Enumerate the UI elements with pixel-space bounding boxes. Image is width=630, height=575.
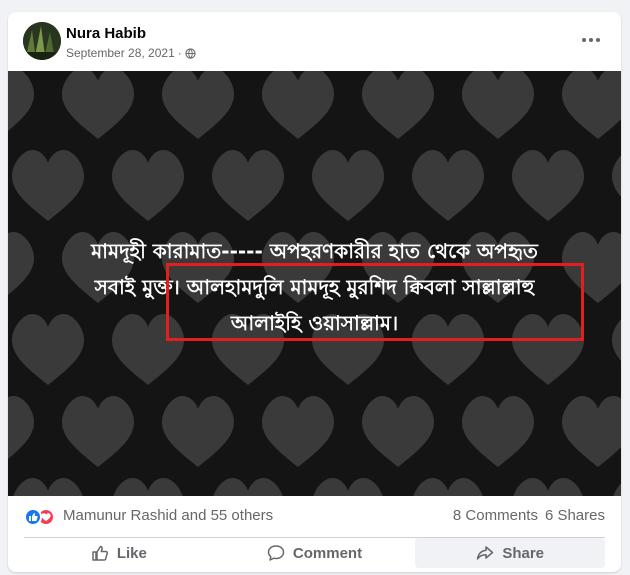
action-bar: Like Comment Share xyxy=(8,538,621,570)
heart-shape xyxy=(411,150,485,221)
heart-shape xyxy=(111,150,185,221)
comments-count[interactable]: 8 Comments xyxy=(453,507,538,524)
heart-shape xyxy=(361,71,435,139)
heart-shape xyxy=(8,396,35,467)
share-label: Share xyxy=(502,544,545,562)
comment-button[interactable]: Comment xyxy=(220,538,410,568)
comment-label: Comment xyxy=(292,544,363,562)
heart-shape xyxy=(511,478,585,496)
heart-shape xyxy=(61,71,135,139)
share-icon xyxy=(477,546,494,560)
heart-shape xyxy=(211,478,285,496)
author-name[interactable]: Nura Habib xyxy=(66,25,146,42)
reaction-icons[interactable] xyxy=(24,508,60,526)
post-photo[interactable]: মামদূহী কারামাত----- অপহরণকারীর হাত থেকে… xyxy=(8,71,621,496)
post-date[interactable]: September 28, 2021 xyxy=(66,46,175,60)
heart-shape xyxy=(161,71,235,139)
reacted-by[interactable]: Mamunur Rashid and 55 others xyxy=(63,507,273,524)
share-button[interactable]: Share xyxy=(415,538,606,568)
like-button[interactable]: Like xyxy=(24,538,214,568)
like-label: Like xyxy=(116,544,147,562)
heart-shape xyxy=(311,478,385,496)
globe-icon xyxy=(185,47,196,59)
heart-shape xyxy=(311,150,385,221)
like-icon xyxy=(24,508,42,526)
heart-shape xyxy=(361,396,435,467)
heart-shape xyxy=(511,150,585,221)
meta-separator: · xyxy=(177,46,182,60)
engagement-counts: 8 Comments 6 Shares xyxy=(453,507,605,524)
shares-count[interactable]: 6 Shares xyxy=(545,507,605,524)
avatar[interactable] xyxy=(23,22,61,60)
heart-shape xyxy=(61,396,135,467)
heart-shape xyxy=(261,396,335,467)
dot xyxy=(589,38,593,42)
heart-shape xyxy=(8,71,35,139)
heart-shape xyxy=(461,71,535,139)
thumbs-up-icon xyxy=(92,545,108,561)
heart-shape xyxy=(11,478,85,496)
post-card: Nura Habib September 28, 2021 · মামদূহী … xyxy=(8,12,621,572)
comment-icon xyxy=(267,545,285,561)
heart-shape xyxy=(611,150,621,221)
more-options-button[interactable] xyxy=(579,30,603,50)
heart-shape xyxy=(461,396,535,467)
dot xyxy=(582,38,586,42)
heart-shape xyxy=(111,478,185,496)
heart-shape xyxy=(11,150,85,221)
heart-shape xyxy=(211,150,285,221)
heart-shape xyxy=(261,71,335,139)
post-meta: September 28, 2021 · xyxy=(66,46,196,60)
post-stats: Mamunur Rashid and 55 others 8 Comments … xyxy=(8,496,621,536)
heart-shape xyxy=(611,478,621,496)
heart-shape xyxy=(561,71,621,139)
heart-shape xyxy=(161,396,235,467)
dot xyxy=(596,38,600,42)
highlight-box xyxy=(166,263,584,341)
heart-shape xyxy=(561,396,621,467)
heart-shape xyxy=(411,478,485,496)
post-header: Nura Habib September 28, 2021 · xyxy=(8,12,621,71)
